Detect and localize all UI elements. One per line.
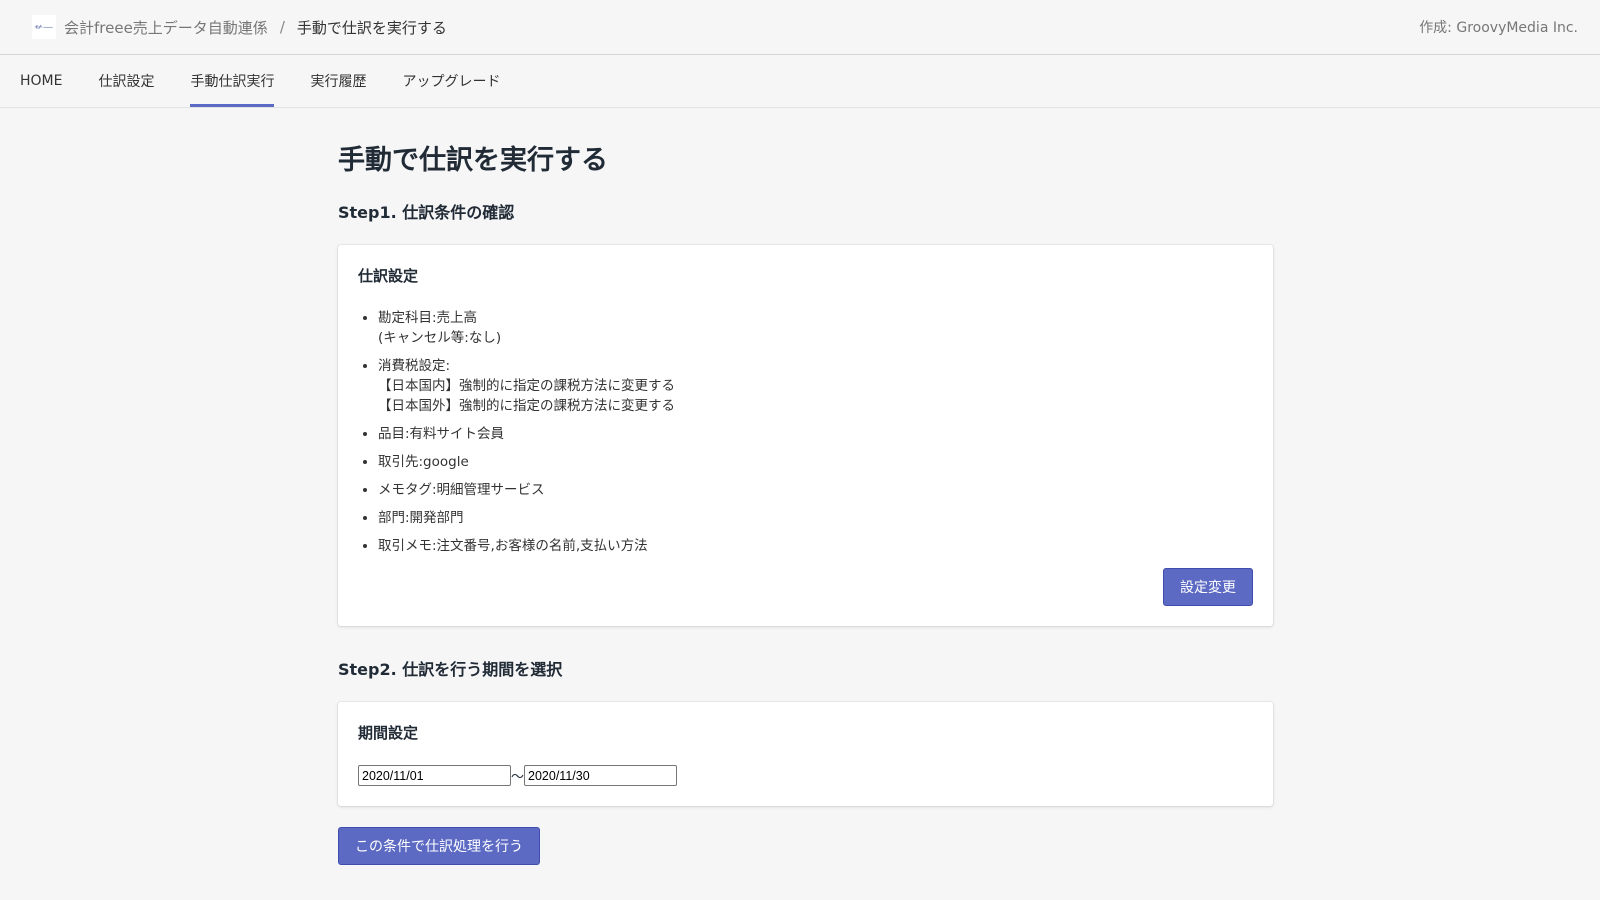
tab-home[interactable]: HOME xyxy=(20,55,62,107)
page-title: 手動で仕訳を実行する xyxy=(338,138,1273,177)
tab-journal-settings[interactable]: 仕訳設定 xyxy=(98,55,154,107)
step2-heading: Step2. 仕訳を行う期間を選択 xyxy=(338,656,1273,680)
period-card: 期間設定 〜 xyxy=(338,702,1273,806)
breadcrumb-current: 手動で仕訳を実行する xyxy=(297,17,447,38)
list-item: 部門:開発部門 xyxy=(378,508,1253,528)
change-settings-button[interactable]: 設定変更 xyxy=(1163,568,1253,606)
list-item: 取引先:google xyxy=(378,452,1253,472)
item-line: (キャンセル等:なし) xyxy=(378,328,1253,348)
breadcrumb: ↚— 会計freee売上データ自動連係 / 手動で仕訳を実行する xyxy=(32,15,447,39)
item-line: 【日本国外】強制的に指定の課税方法に変更する xyxy=(378,396,1253,416)
list-item: 勘定科目:売上高(キャンセル等:なし) xyxy=(378,308,1253,348)
settings-list: 勘定科目:売上高(キャンセル等:なし) 消費税設定:【日本国内】強制的に指定の課… xyxy=(358,308,1253,556)
start-date-input[interactable] xyxy=(358,765,511,786)
run-journal-button[interactable]: この条件で仕訳処理を行う xyxy=(338,827,540,865)
breadcrumb-separator: / xyxy=(280,18,285,36)
item-line: 【日本国内】強制的に指定の課税方法に変更する xyxy=(378,376,1253,396)
journal-settings-card: 仕訳設定 勘定科目:売上高(キャンセル等:なし) 消費税設定:【日本国内】強制的… xyxy=(338,245,1273,626)
tab-upgrade[interactable]: アップグレード xyxy=(402,55,500,107)
range-separator: 〜 xyxy=(511,766,524,785)
tab-nav: HOME 仕訳設定 手動仕訳実行 実行履歴 アップグレード xyxy=(0,55,1600,108)
list-item: 品目:有料サイト会員 xyxy=(378,424,1253,444)
app-logo-icon: ↚— xyxy=(32,15,56,39)
breadcrumb-app[interactable]: 会計freee売上データ自動連係 xyxy=(64,17,268,38)
list-item: メモタグ:明細管理サービス xyxy=(378,480,1253,500)
main-content: 手動で仕訳を実行する Step1. 仕訳条件の確認 仕訳設定 勘定科目:売上高(… xyxy=(338,108,1273,865)
list-item: 取引メモ:注文番号,お客様の名前,支払い方法 xyxy=(378,536,1253,556)
author-label: 作成: GroovyMedia Inc. xyxy=(1419,17,1578,37)
end-date-input[interactable] xyxy=(524,765,677,786)
date-range: 〜 xyxy=(358,765,1253,786)
item-line: 消費税設定: xyxy=(378,356,1253,376)
top-bar: ↚— 会計freee売上データ自動連係 / 手動で仕訳を実行する 作成: Gro… xyxy=(0,0,1600,55)
tab-manual-journal[interactable]: 手動仕訳実行 xyxy=(190,55,274,107)
list-item: 消費税設定:【日本国内】強制的に指定の課税方法に変更する【日本国外】強制的に指定… xyxy=(378,356,1253,416)
card-title: 期間設定 xyxy=(358,722,1253,743)
card-title: 仕訳設定 xyxy=(358,265,1253,286)
tab-history[interactable]: 実行履歴 xyxy=(310,55,366,107)
item-line: 勘定科目:売上高 xyxy=(378,308,1253,328)
step1-heading: Step1. 仕訳条件の確認 xyxy=(338,199,1273,223)
